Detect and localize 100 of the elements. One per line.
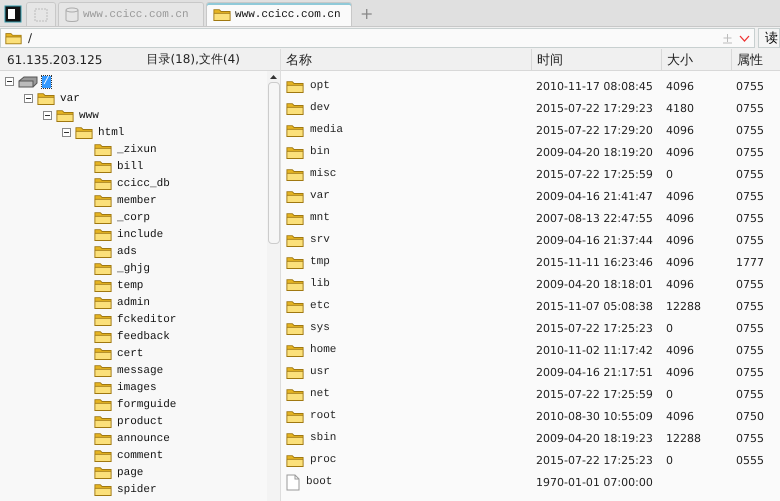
tree-item[interactable]: temp — [116, 280, 144, 292]
modified-time: 2015-07-22 17:25:59 — [535, 388, 654, 400]
tree-item[interactable]: product — [116, 416, 164, 428]
modified-time: 2015-07-22 17:29:20 — [535, 124, 654, 136]
file-name[interactable]: media — [310, 124, 344, 136]
tree-item[interactable]: page — [116, 466, 144, 478]
tree-item[interactable]: images — [116, 382, 158, 394]
permissions: 0755 — [735, 300, 765, 312]
tree-item[interactable]: _corp — [116, 212, 152, 224]
file-size: 4096 — [665, 234, 695, 246]
file-name[interactable]: dev — [310, 102, 330, 114]
column-header[interactable]: 大小 — [661, 49, 731, 70]
permissions: 0755 — [735, 168, 765, 180]
permissions: 0755 — [735, 322, 765, 334]
file-size: 4096 — [665, 212, 695, 224]
column-header[interactable]: 属性 — [731, 49, 780, 70]
dropdown-icon[interactable] — [739, 34, 750, 42]
tree-item[interactable]: spider — [116, 484, 158, 496]
collapse-toggle[interactable] — [62, 128, 71, 137]
permissions: 0755 — [735, 146, 765, 158]
site-tab[interactable]: www.ccicc.com.cn — [206, 2, 352, 26]
tree-item[interactable]: fckeditor — [116, 314, 178, 326]
path-field[interactable]: / — [0, 28, 755, 48]
tree-item[interactable]: ads — [116, 246, 138, 258]
folder-icon — [286, 430, 304, 446]
tree-item[interactable]: www — [78, 110, 100, 122]
minus-icon — [7, 81, 12, 82]
modified-time: 2009-04-16 21:17:51 — [535, 366, 654, 378]
file-name[interactable]: bin — [310, 146, 330, 158]
drive-icon — [18, 76, 38, 88]
file-size: 4096 — [665, 146, 695, 158]
file-name[interactable]: tmp — [310, 256, 330, 268]
modified-time: 2010-11-02 11:17:42 — [535, 344, 654, 356]
modified-time: 2009-04-20 18:19:20 — [535, 146, 654, 158]
file-name[interactable]: misc — [310, 168, 336, 180]
file-name[interactable]: lib — [310, 278, 330, 290]
tree-item[interactable]: bill — [116, 160, 144, 172]
folder-icon — [286, 232, 304, 248]
scrollbar-thumb[interactable] — [268, 82, 280, 244]
file-name[interactable]: sys — [310, 322, 330, 334]
tree-item[interactable]: comment — [116, 450, 164, 462]
scroll-up-icon[interactable] — [270, 75, 277, 79]
tree-item[interactable]: _zixun — [116, 144, 158, 156]
modified-time: 2010-11-17 08:08:45 — [535, 80, 654, 92]
permissions: 0555 — [735, 454, 765, 466]
file-name[interactable]: root — [310, 410, 336, 422]
modified-time: 2007-08-13 22:47:55 — [535, 212, 654, 224]
tree-item[interactable]: announce — [116, 432, 171, 444]
file-name[interactable]: etc — [310, 300, 330, 312]
database-icon — [65, 6, 79, 22]
file-name[interactable]: opt — [310, 80, 330, 92]
collapse-toggle[interactable] — [5, 77, 14, 86]
tree-item[interactable]: admin — [116, 296, 152, 308]
panel-toggle-button[interactable] — [2, 3, 24, 25]
collapse-toggle[interactable] — [24, 94, 33, 103]
file-size: 12288 — [665, 432, 702, 444]
file-name[interactable]: srv — [310, 234, 330, 246]
minus-icon — [64, 132, 69, 133]
file-size: 0 — [665, 322, 674, 334]
permissions: 0755 — [735, 366, 765, 378]
folder-icon — [286, 320, 304, 336]
folder-icon — [94, 159, 112, 174]
tree-item[interactable]: feedback — [116, 330, 171, 342]
file-name[interactable]: usr — [310, 366, 330, 378]
folder-icon — [286, 342, 304, 358]
tree-item[interactable]: html — [97, 126, 126, 138]
column-header[interactable]: 时间 — [531, 49, 661, 70]
file-name[interactable]: var — [310, 190, 330, 202]
tree-item[interactable]: cert — [116, 348, 144, 360]
file-name[interactable]: sbin — [310, 432, 336, 444]
modified-time: 2015-07-22 17:25:59 — [535, 168, 654, 180]
tree-item[interactable]: member — [116, 194, 158, 206]
tree-item[interactable]: include — [116, 228, 164, 240]
tree-item[interactable]: var — [59, 92, 81, 104]
permissions: 0755 — [735, 124, 765, 136]
tree-item[interactable]: _ghjg — [116, 262, 152, 274]
folder-icon — [286, 210, 304, 226]
file-name[interactable]: proc — [310, 454, 336, 466]
folder-icon — [286, 254, 304, 270]
folder-icon — [94, 295, 112, 310]
file-name[interactable]: mnt — [310, 212, 330, 224]
read-button[interactable]: 读 — [758, 28, 780, 48]
tree-item[interactable]: ccicc_db — [116, 178, 171, 190]
folder-icon — [286, 166, 304, 182]
column-header[interactable]: 名称 — [281, 49, 531, 70]
permissions: 0755 — [735, 344, 765, 356]
file-size: 4180 — [665, 102, 695, 114]
folder-icon — [56, 108, 74, 123]
file-name[interactable]: boot — [306, 476, 332, 488]
file-name[interactable]: net — [310, 388, 330, 400]
collapse-toggle[interactable] — [43, 111, 52, 120]
folder-icon — [94, 142, 112, 157]
tree-item[interactable]: message — [116, 364, 164, 376]
tree-item[interactable]: formguide — [116, 398, 178, 410]
file-size: 0 — [665, 454, 674, 466]
file-name[interactable]: home — [310, 344, 336, 356]
modified-time: 2009-04-16 21:37:44 — [535, 234, 654, 246]
permissions: 0755 — [735, 234, 765, 246]
minus-icon — [45, 115, 50, 116]
folder-icon — [213, 7, 231, 22]
